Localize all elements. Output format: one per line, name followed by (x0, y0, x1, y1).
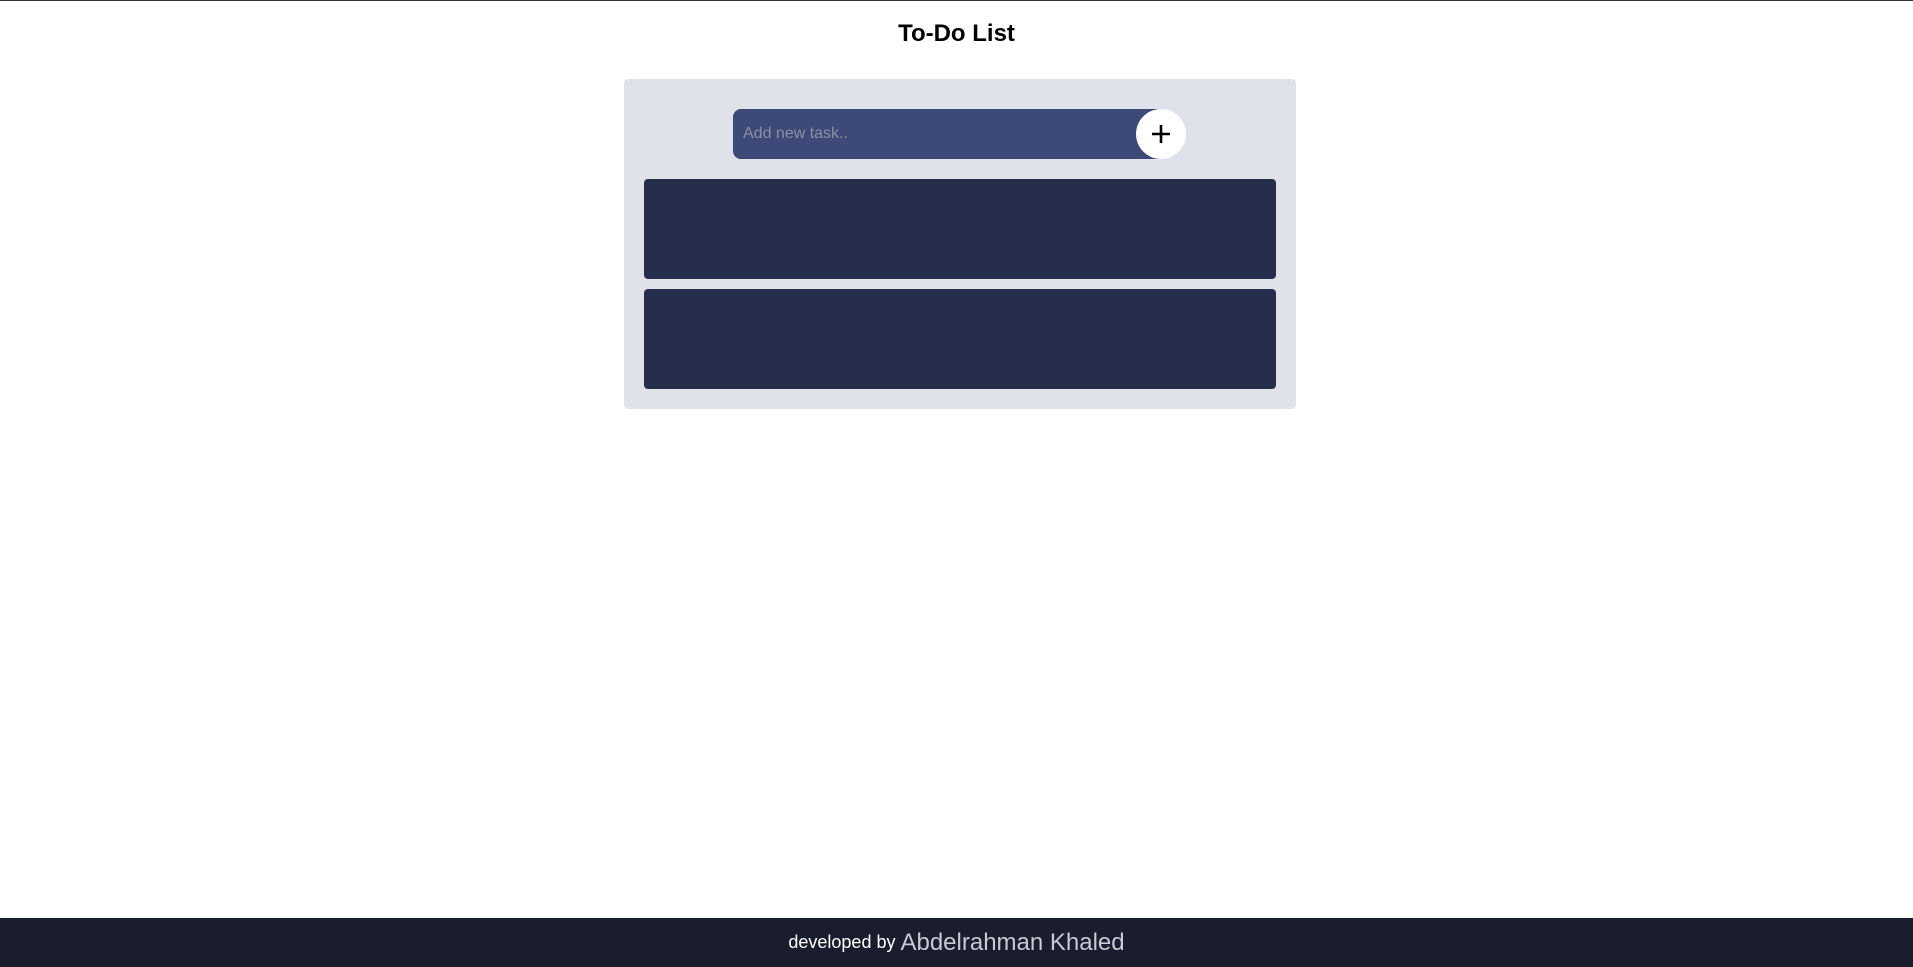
footer-author-name: Abdelrahman Khaled (900, 928, 1125, 956)
footer: developed by Abdelrahman Khaled (0, 918, 1913, 967)
todo-panel (624, 79, 1296, 409)
page-title: To-Do List (898, 20, 1015, 47)
add-task-button[interactable] (1136, 109, 1186, 159)
task-item[interactable] (644, 179, 1276, 279)
plus-icon (1152, 125, 1170, 143)
task-item[interactable] (644, 289, 1276, 389)
add-task-row (733, 109, 1187, 159)
new-task-input[interactable] (733, 109, 1163, 159)
top-border-line (0, 0, 1913, 1)
footer-credit-prefix: developed by (788, 932, 896, 952)
